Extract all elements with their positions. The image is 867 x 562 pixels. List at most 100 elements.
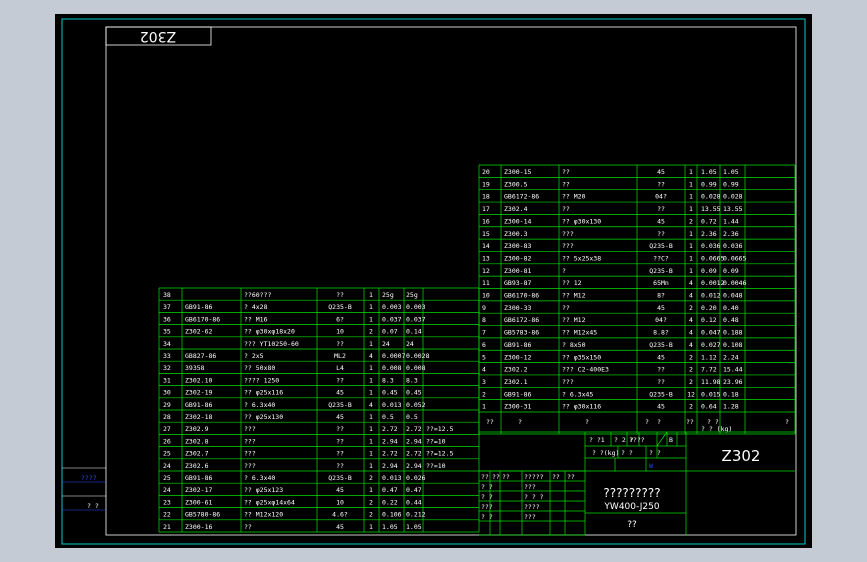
- lower-part-cell: 36: [163, 315, 171, 323]
- sign-cell: ? ? ?: [524, 493, 544, 501]
- upper-part-cell: Z300-33: [504, 304, 531, 312]
- lower-part-cell: 24: [406, 340, 414, 348]
- lower-part-cell: 25g: [382, 291, 394, 299]
- lower-part-cell: 32: [163, 364, 171, 372]
- lower-part-cell: ??=12.5: [426, 450, 453, 458]
- lower-part-cell: 30: [163, 389, 171, 397]
- lower-part-cell: Q235-B: [328, 474, 352, 482]
- upper-part-cell: 1: [689, 168, 693, 176]
- lower-part-cell: ?? φ25x130: [244, 413, 283, 421]
- lower-part-cell: 1.05: [406, 523, 422, 531]
- lower-part-cell: 0.5: [406, 413, 418, 421]
- upper-part-cell: 13: [482, 254, 490, 262]
- upper-part-cell: 0.036: [723, 242, 743, 250]
- lower-part-cell: ??=10: [426, 437, 446, 445]
- upper-parts-table: 20 Z300-15?? 45 1 1.05 1.0519 Z300.5???? 1 0.99 0…: [478, 164, 796, 435]
- upper-part-cell: 9: [482, 304, 486, 312]
- sign-cell: ????: [524, 503, 540, 511]
- unit-cell: ??: [627, 520, 637, 530]
- sign-cell: ??: [502, 473, 510, 481]
- lower-part-cell: 4: [369, 352, 373, 360]
- lower-part-cell: 1: [369, 376, 373, 384]
- upper-part-cell: ?? M12: [562, 316, 586, 324]
- upper-part-cell: 0.015: [701, 390, 721, 398]
- upper-part-cell: 3: [482, 378, 486, 386]
- upper-part-cell: Z300-12: [504, 353, 531, 361]
- upper-part-cell: 20: [482, 168, 490, 176]
- lower-part-cell: Z302.9: [185, 425, 209, 433]
- upper-part-cell: 17: [482, 205, 490, 213]
- upper-part-cell: 2: [689, 217, 693, 225]
- lower-part-cell: ??: [336, 376, 344, 384]
- lower-part-cell: 0.106: [382, 511, 402, 519]
- upper-part-cell: ?? φ30x130: [562, 217, 601, 225]
- upper-part-cell: 10: [482, 292, 490, 300]
- lower-part-cell: ?? φ25x116: [244, 389, 283, 397]
- upper-part-cell: 04?: [655, 193, 667, 201]
- lower-part-cell: 45: [336, 389, 344, 397]
- lower-part-cell: 35: [163, 328, 171, 336]
- upper-part-cell: ??: [657, 205, 665, 213]
- upper-part-cell: 0.188: [723, 329, 743, 337]
- lower-part-cell: ? 4x28: [244, 303, 268, 311]
- left-strip-bottom-label: ? ?: [87, 502, 99, 510]
- upper-part-cell: ??: [657, 230, 665, 238]
- upper-part-cell: 0.12: [701, 316, 717, 324]
- lower-part-cell: 1: [369, 486, 373, 494]
- upper-part-cell: 2.36: [701, 230, 717, 238]
- upper-part-cell: 7: [482, 329, 486, 337]
- lower-part-cell: 0.0028: [406, 352, 430, 360]
- lower-part-cell: 6?: [336, 315, 344, 323]
- upper-part-cell: Z302.1: [504, 378, 528, 386]
- upper-part-cell: ??: [657, 366, 665, 374]
- sign-cell: ??: [567, 473, 575, 481]
- upper-part-cell: Z300-81: [504, 267, 531, 275]
- upper-part-cell: ???: [562, 378, 574, 386]
- lower-part-cell: Z300-16: [185, 523, 212, 531]
- upper-part-cell: ?? 5x25x38: [562, 254, 601, 262]
- lower-part-cell: 45: [336, 486, 344, 494]
- upper-part-cell: 12: [687, 390, 695, 398]
- upper-part-cell: 4: [689, 329, 693, 337]
- upper-part-cell: GB6172-86: [504, 193, 539, 201]
- upper-part-cell: 1: [689, 267, 693, 275]
- upper-part-cell: 4: [689, 292, 693, 300]
- sign-cell: ? ?: [481, 483, 493, 491]
- lower-part-cell: 1: [369, 523, 373, 531]
- title-name: ?????????: [603, 486, 660, 500]
- lower-part-cell: Z300-61: [185, 498, 212, 506]
- lower-part-cell: ? 6.3x40: [244, 401, 275, 409]
- upper-part-cell: ??: [657, 378, 665, 386]
- upper-part-cell: 0.09: [701, 267, 717, 275]
- lower-part-cell: 0.013: [382, 474, 402, 482]
- lower-part-cell: Q235-B: [328, 401, 352, 409]
- lower-part-cell: ??60???: [244, 291, 271, 299]
- lower-part-cell: 8.3: [382, 376, 394, 384]
- upper-part-cell: GB93-87: [504, 279, 531, 287]
- model-number: YW400-J250: [603, 502, 659, 512]
- cad-drawing: Z302 ???? ? ? 20 Z300-15?? 45 1 1.05 1.0519 Z3…: [61, 18, 806, 545]
- lower-part-cell: GB827-86: [185, 352, 216, 360]
- lower-part-cell: 0.008: [382, 364, 402, 372]
- upper-part-cell: 4: [482, 366, 486, 374]
- sign-cell: ???: [524, 513, 536, 521]
- lower-part-cell: ??=10: [426, 462, 446, 470]
- sign-cell: ?????: [524, 473, 544, 481]
- upper-part-cell: 1: [482, 403, 486, 411]
- upper-part-cell: Z300-15: [504, 168, 531, 176]
- lower-part-cell: 26: [163, 437, 171, 445]
- upper-part-cell: 0.047: [701, 329, 721, 337]
- lower-part-cell: 33: [163, 352, 171, 360]
- upper-part-cell: 0.72: [701, 217, 717, 225]
- upper-part-cell: 0.036: [701, 242, 721, 250]
- upper-part-cell: 0.108: [723, 341, 743, 349]
- upper-part-cell: 0.028: [701, 193, 721, 201]
- upper-part-cell: Z300-14: [504, 217, 531, 225]
- sign-cell: ??: [492, 473, 500, 481]
- upper-part-cell: ??: [562, 180, 570, 188]
- upper-header-cell: ??: [486, 418, 494, 426]
- lower-part-cell: 2: [369, 511, 373, 519]
- upper-part-cell: Z300.5: [504, 180, 528, 188]
- upper-part-cell: 11: [482, 279, 490, 287]
- upper-part-cell: 0.0046: [723, 279, 747, 287]
